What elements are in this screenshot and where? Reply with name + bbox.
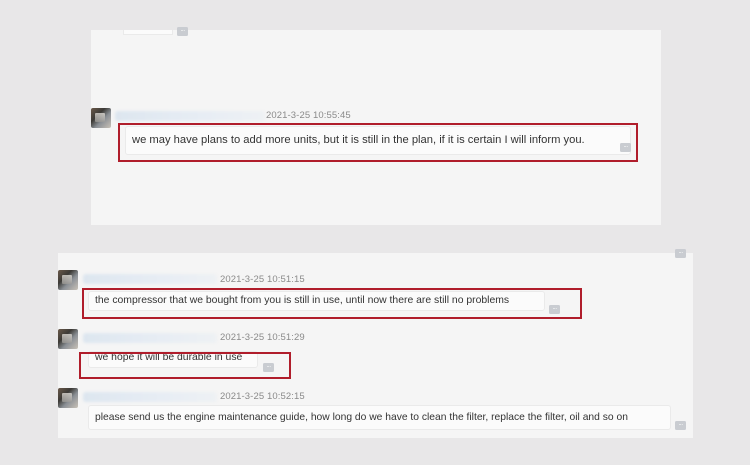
more-options-icon[interactable]: ... (675, 248, 686, 258)
previous-bubble-fragment (123, 30, 173, 35)
user-avatar (91, 108, 111, 128)
user-avatar (58, 329, 78, 349)
sender-name-redacted (83, 333, 217, 343)
more-options-icon[interactable]: ... (675, 420, 686, 430)
chat-panel-bottom: ... 2021-3-25 10:51:15 the compressor th… (58, 248, 693, 438)
highlight-box (79, 352, 291, 379)
highlight-box (82, 288, 582, 319)
sender-name-redacted (115, 111, 265, 121)
message-bubble[interactable]: please send us the engine maintenance gu… (88, 405, 671, 430)
user-avatar (58, 388, 78, 408)
message-timestamp: 2021-3-25 10:51:15 (220, 274, 305, 285)
sender-name-redacted (83, 392, 217, 402)
message-text: please send us the engine maintenance gu… (95, 412, 628, 423)
more-options-icon[interactable]: ... (177, 26, 188, 36)
chat-panel-top: ... 2021-3-25 10:55:45 we may have plans… (91, 26, 661, 225)
highlight-box (118, 123, 638, 162)
sender-name-redacted (83, 274, 217, 284)
user-avatar (58, 270, 78, 290)
message-timestamp: 2021-3-25 10:55:45 (266, 110, 351, 121)
message-timestamp: 2021-3-25 10:51:29 (220, 332, 305, 343)
message-timestamp: 2021-3-25 10:52:15 (220, 391, 305, 402)
